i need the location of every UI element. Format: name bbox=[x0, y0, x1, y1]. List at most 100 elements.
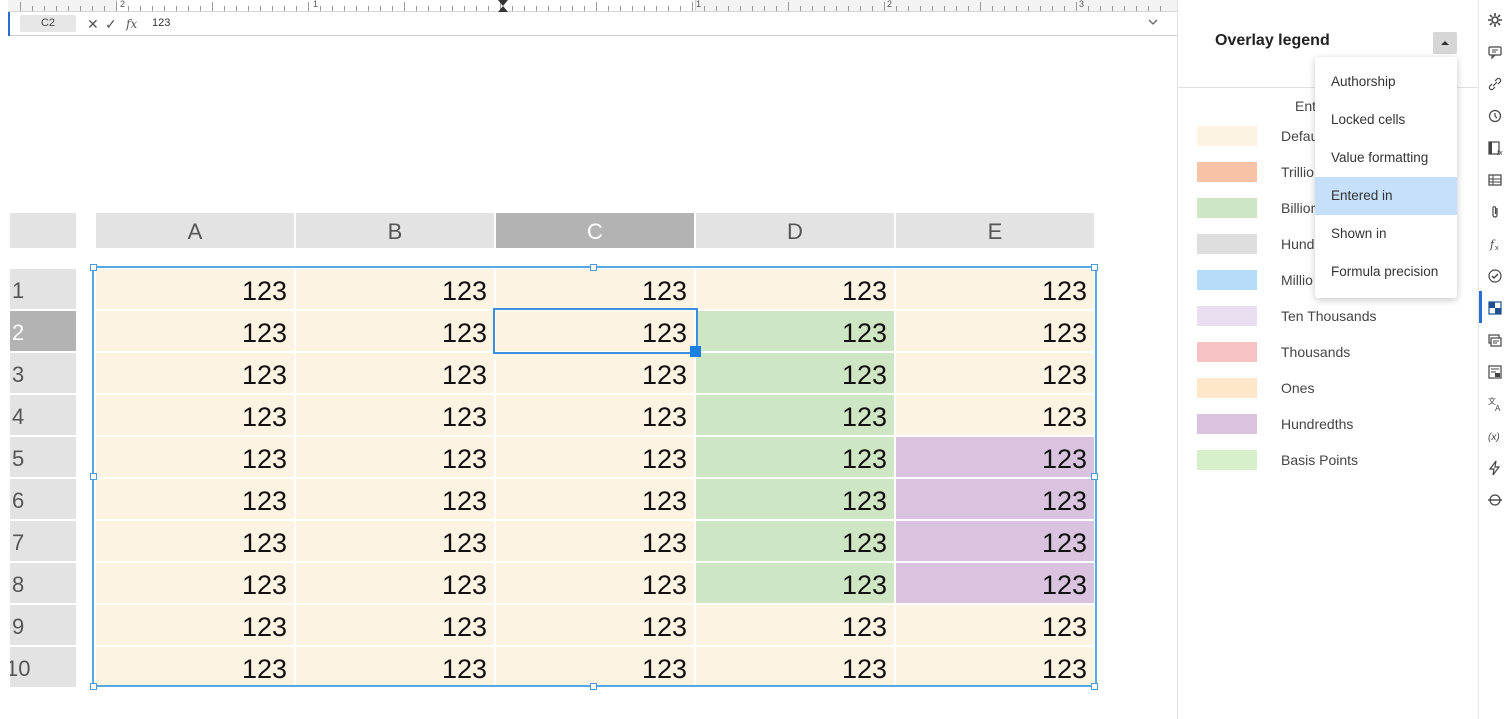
dropdown-option[interactable]: Entered in bbox=[1315, 177, 1457, 215]
table-icon[interactable] bbox=[1479, 167, 1510, 191]
cell-c5[interactable]: 123 bbox=[496, 437, 694, 477]
gear-icon[interactable] bbox=[1479, 7, 1510, 31]
cell-a2[interactable]: 123 bbox=[96, 311, 294, 351]
cell-e5[interactable]: 123 bbox=[896, 437, 1094, 477]
cell-d9[interactable]: 123 bbox=[696, 605, 894, 645]
cell-c1[interactable]: 123 bbox=[496, 269, 694, 309]
selection-handle[interactable] bbox=[1091, 683, 1098, 690]
variable-icon[interactable]: (x) bbox=[1479, 423, 1510, 447]
check-circle-icon[interactable] bbox=[1479, 263, 1510, 287]
cell-e6[interactable]: 123 bbox=[896, 479, 1094, 519]
chevron-down-icon[interactable] bbox=[1147, 16, 1159, 31]
cell-c4[interactable]: 123 bbox=[496, 395, 694, 435]
cell-a7[interactable]: 123 bbox=[96, 521, 294, 561]
cell-b4[interactable]: 123 bbox=[296, 395, 494, 435]
cell-reference-box[interactable]: C2 bbox=[20, 15, 76, 32]
cell-d5[interactable]: 123 bbox=[696, 437, 894, 477]
cell-a9[interactable]: 123 bbox=[96, 605, 294, 645]
dropdown-option[interactable]: Shown in bbox=[1315, 215, 1457, 253]
cell-b8[interactable]: 123 bbox=[296, 563, 494, 603]
cell-c8[interactable]: 123 bbox=[496, 563, 694, 603]
cell-d1[interactable]: 123 bbox=[696, 269, 894, 309]
cell-e7[interactable]: 123 bbox=[896, 521, 1094, 561]
column-header-a[interactable]: A bbox=[96, 213, 294, 248]
fill-handle[interactable] bbox=[690, 346, 701, 357]
cell-e3[interactable]: 123 bbox=[896, 353, 1094, 393]
row-header-4[interactable]: 4 bbox=[10, 395, 76, 435]
cell-a8[interactable]: 123 bbox=[96, 563, 294, 603]
selection-handle[interactable] bbox=[590, 683, 597, 690]
selection-handle[interactable] bbox=[90, 264, 97, 271]
cell-d4[interactable]: 123 bbox=[696, 395, 894, 435]
cell-a6[interactable]: 123 bbox=[96, 479, 294, 519]
dropdown-option[interactable]: Locked cells bbox=[1315, 101, 1457, 139]
row-header-6[interactable]: 6 bbox=[10, 479, 76, 519]
translate-icon[interactable]: 文A bbox=[1479, 391, 1510, 415]
cell-a5[interactable]: 123 bbox=[96, 437, 294, 477]
cell-c2[interactable]: 123 bbox=[496, 311, 694, 351]
cell-d7[interactable]: 123 bbox=[696, 521, 894, 561]
row-header-5[interactable]: 5 bbox=[10, 437, 76, 477]
dropdown-option[interactable]: Formula precision bbox=[1315, 253, 1457, 291]
selection-handle[interactable] bbox=[1091, 264, 1098, 271]
attachment-icon[interactable] bbox=[1479, 199, 1510, 223]
cell-d3[interactable]: 123 bbox=[696, 353, 894, 393]
row-header-1[interactable]: 1 bbox=[10, 269, 76, 309]
selection-handle[interactable] bbox=[90, 683, 97, 690]
cell-c7[interactable]: 123 bbox=[496, 521, 694, 561]
form-icon[interactable] bbox=[1479, 359, 1510, 383]
column-header-d[interactable]: D bbox=[696, 213, 894, 248]
cell-a10[interactable]: 123 bbox=[96, 647, 294, 687]
overlay-icon[interactable] bbox=[1479, 295, 1510, 319]
cell-d8[interactable]: 123 bbox=[696, 563, 894, 603]
cell-a4[interactable]: 123 bbox=[96, 395, 294, 435]
column-header-b[interactable]: B bbox=[296, 213, 494, 248]
cell-b6[interactable]: 123 bbox=[296, 479, 494, 519]
column-header-e[interactable]: E bbox=[896, 213, 1094, 248]
cell-e8[interactable]: 123 bbox=[896, 563, 1094, 603]
selection-handle[interactable] bbox=[90, 473, 97, 480]
cell-b3[interactable]: 123 bbox=[296, 353, 494, 393]
cell-e9[interactable]: 123 bbox=[896, 605, 1094, 645]
cell-d6[interactable]: 123 bbox=[696, 479, 894, 519]
cell-e10[interactable]: 123 bbox=[896, 647, 1094, 687]
cell-c10[interactable]: 123 bbox=[496, 647, 694, 687]
cell-b2[interactable]: 123 bbox=[296, 311, 494, 351]
row-header-10[interactable]: 10 bbox=[10, 647, 76, 687]
cell-b9[interactable]: 123 bbox=[296, 605, 494, 645]
cell-a3[interactable]: 123 bbox=[96, 353, 294, 393]
row-header-9[interactable]: 9 bbox=[10, 605, 76, 645]
dropdown-toggle-button[interactable] bbox=[1433, 32, 1457, 54]
cell-c6[interactable]: 123 bbox=[496, 479, 694, 519]
history-icon[interactable] bbox=[1479, 103, 1510, 127]
cancel-icon[interactable]: ✕ bbox=[87, 16, 99, 32]
lightning-icon[interactable] bbox=[1479, 455, 1510, 479]
dropdown-option[interactable]: Authorship bbox=[1315, 63, 1457, 101]
cell-e4[interactable]: 123 bbox=[896, 395, 1094, 435]
row-header-7[interactable]: 7 bbox=[10, 521, 76, 561]
select-all-corner[interactable] bbox=[10, 213, 76, 248]
row-header-2[interactable]: 2 bbox=[10, 311, 76, 351]
cell-b7[interactable]: 123 bbox=[296, 521, 494, 561]
accept-icon[interactable]: ✓ bbox=[105, 16, 117, 32]
formula-input[interactable]: 123 bbox=[152, 17, 170, 29]
cell-d10[interactable]: 123 bbox=[696, 647, 894, 687]
column-header-c[interactable]: C bbox=[496, 213, 694, 248]
cell-d2[interactable]: 123 bbox=[696, 311, 894, 351]
cell-e2[interactable]: 123 bbox=[896, 311, 1094, 351]
link-icon[interactable] bbox=[1479, 71, 1510, 95]
strikethrough-icon[interactable] bbox=[1479, 487, 1510, 511]
row-header-8[interactable]: 8 bbox=[10, 563, 76, 603]
cell-e1[interactable]: 123 bbox=[896, 269, 1094, 309]
comment-icon[interactable] bbox=[1479, 39, 1510, 63]
cell-b5[interactable]: 123 bbox=[296, 437, 494, 477]
formula-table-icon[interactable]: fx bbox=[1479, 135, 1510, 159]
function-icon[interactable]: fx bbox=[126, 16, 137, 32]
cell-c9[interactable]: 123 bbox=[496, 605, 694, 645]
cell-b10[interactable]: 123 bbox=[296, 647, 494, 687]
function-icon[interactable]: fx bbox=[1479, 231, 1510, 255]
row-header-3[interactable]: 3 bbox=[10, 353, 76, 393]
selection-handle[interactable] bbox=[590, 264, 597, 271]
notes-icon[interactable] bbox=[1479, 327, 1510, 351]
cell-b1[interactable]: 123 bbox=[296, 269, 494, 309]
